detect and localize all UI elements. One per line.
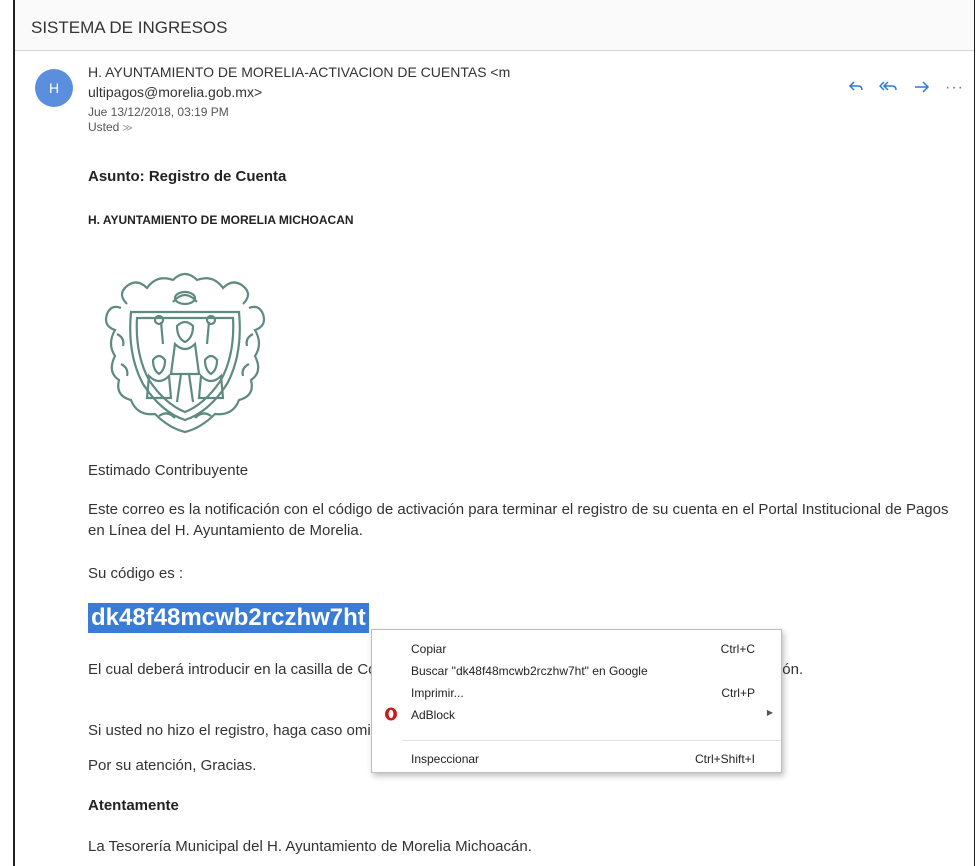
recipient[interactable]: Usted ≫ [88,120,133,134]
menu-item-adblock[interactable]: AdBlock ▶ [372,704,781,726]
message-actions: ··· [847,78,964,100]
notification-text: Este correo es la notificación con el có… [88,501,949,539]
sender-name[interactable]: H. AYUNTAMIENTO DE MORELIA-ACTIVACION DE… [88,64,510,80]
menu-item-search-google[interactable]: Buscar "dk48f48mcwb2rczhw7ht" en Google [372,660,781,682]
email-subject: Asunto: Registro de Cuenta [88,168,287,185]
closing: Atentamente [88,797,179,814]
activation-code[interactable]: dk48f48mcwb2rczhw7ht [88,603,369,633]
email-date: Jue 13/12/2018, 03:19 PM [88,105,229,119]
menu-item-print[interactable]: Imprimir... Ctrl+P [372,682,781,704]
context-menu: Copiar Ctrl+C Buscar "dk48f48mcwb2rczhw7… [371,629,782,773]
opera-icon [385,707,397,721]
thanks-text: Por su atención, Gracias. [88,757,257,774]
menu-item-label: Copiar [411,642,447,656]
more-icon[interactable]: ··· [945,78,964,100]
menu-item-inspect[interactable]: Inspeccionar Ctrl+Shift+I [372,748,781,770]
menu-item-label: Imprimir... [411,686,464,700]
folder-header: SISTEMA DE INGRESOS [15,0,974,51]
avatar[interactable]: H [35,69,73,107]
menu-item-copy[interactable]: Copiar Ctrl+C [372,638,781,660]
menu-item-shortcut: Ctrl+P [721,686,755,700]
morelia-seal-logo [104,272,266,434]
code-intro: Su código es : [88,565,184,582]
menu-item-label: Inspeccionar [411,752,480,766]
org-name: H. AYUNTAMIENTO DE MORELIA MICHOACAN [88,213,354,227]
expand-recipients-icon[interactable]: ≫ [122,123,132,134]
menu-item-label: Buscar "dk48f48mcwb2rczhw7ht" en Google [411,664,648,678]
greeting: Estimado Contribuyente [88,462,249,479]
menu-item-shortcut: Ctrl+C [720,642,755,656]
signature: La Tesorería Municipal del H. Ayuntamien… [88,838,532,855]
menu-item-label: AdBlock [411,708,456,722]
menu-separator [402,740,781,741]
sender-email[interactable]: ultipagos@morelia.gob.mx> [88,84,262,100]
folder-title: SISTEMA DE INGRESOS [31,18,228,37]
reply-all-icon[interactable] [878,78,899,100]
submenu-arrow-icon: ▶ [766,708,773,717]
reply-icon[interactable] [847,78,865,100]
recipient-label: Usted [88,120,120,134]
forward-icon[interactable] [913,78,931,100]
menu-item-shortcut: Ctrl+Shift+I [694,752,755,766]
